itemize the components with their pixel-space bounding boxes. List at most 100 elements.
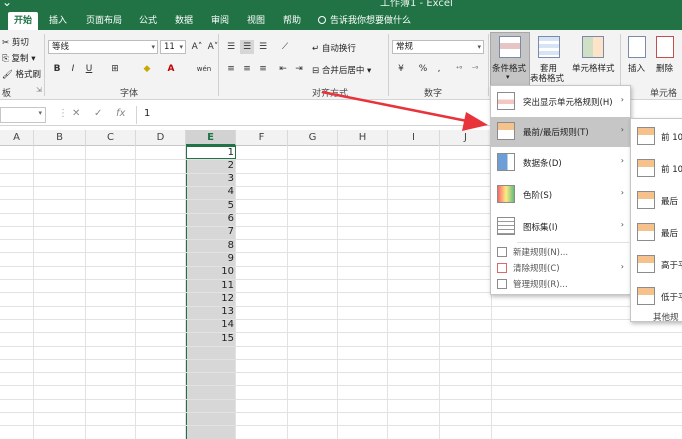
submenu-item-label: 其他规: [653, 313, 679, 323]
submenu-item-above-average[interactable]: 高于平: [631, 249, 682, 279]
submenu-item-more-rules[interactable]: 其他规: [631, 309, 682, 325]
column-header-f[interactable]: F: [236, 130, 288, 146]
column-header-h[interactable]: H: [338, 130, 388, 146]
cell-value[interactable]: 4: [186, 186, 234, 197]
tab-formulas[interactable]: 公式: [134, 12, 162, 30]
comma-button[interactable]: ,: [432, 62, 446, 76]
font-name-select[interactable]: 等线 ▾: [48, 40, 158, 54]
tab-home[interactable]: 开始: [8, 12, 38, 30]
column-header-g[interactable]: G: [288, 130, 338, 146]
cell-value[interactable]: 3: [186, 173, 234, 184]
menu-item-highlight-rules[interactable]: 突出显示单元格规则(H) ›: [491, 87, 630, 117]
submenu-item-bottom-10[interactable]: 最后: [631, 185, 682, 215]
menu-item-label: 图标集(I): [523, 223, 558, 233]
cell-value[interactable]: 13: [186, 306, 234, 317]
cell-value[interactable]: 10: [186, 266, 234, 277]
percent-button[interactable]: %: [416, 62, 430, 76]
decrease-decimal-icon[interactable]: ⁻⁰: [468, 62, 482, 76]
cell-value[interactable]: 1: [186, 147, 234, 158]
border-icon[interactable]: ⊞: [108, 62, 122, 76]
insert-cells-label[interactable]: 插入: [628, 62, 645, 74]
menu-item-top-bottom-rules[interactable]: 最前/最后规则(T) ›: [491, 117, 630, 147]
menu-item-color-scales[interactable]: 色阶(S) ›: [491, 180, 630, 210]
italic-button[interactable]: I: [66, 62, 80, 76]
menu-item-icon-sets[interactable]: 图标集(I) ›: [491, 212, 630, 242]
column-header-a[interactable]: A: [0, 130, 34, 146]
insert-function-icon[interactable]: fx: [116, 108, 125, 119]
enter-icon[interactable]: ✓: [94, 108, 102, 119]
format-as-table-icon[interactable]: [538, 36, 560, 58]
align-right-icon[interactable]: ≡: [256, 62, 270, 76]
align-middle-icon[interactable]: ☰: [240, 40, 254, 54]
tab-review[interactable]: 审阅: [206, 12, 234, 30]
icon-sets-icon: [497, 217, 515, 235]
cell-value[interactable]: 15: [186, 333, 234, 344]
menu-item-data-bars[interactable]: 数据条(D) ›: [491, 148, 630, 178]
tab-help[interactable]: 帮助: [278, 12, 306, 30]
insert-cells-icon[interactable]: [628, 36, 646, 58]
grow-font-button[interactable]: A˄: [190, 40, 204, 54]
submenu-item-bottom-10-percent[interactable]: 最后: [631, 217, 682, 247]
column-header-i[interactable]: I: [388, 130, 440, 146]
submenu-item-top-10[interactable]: 前 10: [631, 121, 682, 151]
format-as-table-label-2[interactable]: 表格格式: [530, 72, 564, 84]
column-header-c[interactable]: C: [86, 130, 136, 146]
font-size-select[interactable]: 11 ▾: [160, 40, 186, 54]
formula-input[interactable]: 1: [144, 108, 150, 119]
number-format-select[interactable]: 常规 ▾: [392, 40, 484, 54]
menu-item-manage-rules[interactable]: 管理规则(R)...: [491, 276, 630, 292]
cell-value[interactable]: 11: [186, 280, 234, 291]
fill-color-icon[interactable]: ◆: [140, 62, 154, 76]
copy-button[interactable]: ⎘ 复制 ▾: [2, 52, 36, 64]
increase-indent-icon[interactable]: ⇥: [292, 62, 306, 76]
tab-insert[interactable]: 插入: [44, 12, 72, 30]
cut-button[interactable]: ✂ 剪切: [2, 36, 29, 48]
align-top-icon[interactable]: ☰: [224, 40, 238, 54]
tab-page-layout[interactable]: 页面布局: [82, 12, 126, 30]
cell-value[interactable]: 8: [186, 240, 234, 251]
highlight-rules-icon: [497, 92, 515, 110]
merge-center-button[interactable]: ⊟ 合并后居中 ▾: [312, 64, 371, 76]
conditional-formatting-icon: [499, 36, 521, 58]
cell-value[interactable]: 14: [186, 319, 234, 330]
underline-button[interactable]: U: [82, 62, 96, 76]
submenu-item-top-10-percent[interactable]: 前 10: [631, 153, 682, 183]
align-bottom-icon[interactable]: ☰: [256, 40, 270, 54]
cell-styles-label[interactable]: 单元格样式: [572, 62, 615, 74]
cell-value[interactable]: 5: [186, 200, 234, 211]
wrap-text-button[interactable]: ↵ 自动换行: [312, 42, 356, 54]
column-header-b[interactable]: B: [34, 130, 86, 146]
align-left-icon[interactable]: ≡: [224, 62, 238, 76]
menu-item-clear-rules[interactable]: 清除规则(C) ›: [491, 260, 630, 276]
cell-styles-icon[interactable]: [582, 36, 604, 58]
menu-item-new-rule[interactable]: 新建规则(N)...: [491, 244, 630, 260]
submenu-item-below-average[interactable]: 低于平: [631, 281, 682, 311]
tell-me-search[interactable]: 告诉我你想要做什么: [318, 12, 411, 30]
tab-data[interactable]: 数据: [170, 12, 198, 30]
cell-value[interactable]: 9: [186, 253, 234, 264]
cell-value[interactable]: 2: [186, 160, 234, 171]
decrease-indent-icon[interactable]: ⇤: [276, 62, 290, 76]
column-header-j[interactable]: J: [440, 130, 492, 146]
delete-cells-label[interactable]: 删除: [656, 62, 673, 74]
copy-label: 复制: [11, 54, 29, 64]
clipboard-launcher-icon[interactable]: ⇲: [36, 86, 42, 94]
format-painter-button[interactable]: 🖌 格式刷: [2, 68, 41, 80]
column-header-d[interactable]: D: [136, 130, 186, 146]
delete-cells-icon[interactable]: [656, 36, 674, 58]
quick-access-icon[interactable]: ⌄: [2, 0, 12, 9]
increase-decimal-icon[interactable]: ⁺⁰: [452, 62, 466, 76]
cell-value[interactable]: 12: [186, 293, 234, 304]
tab-view[interactable]: 视图: [242, 12, 270, 30]
align-center-icon[interactable]: ≡: [240, 62, 254, 76]
orientation-icon[interactable]: ⟋: [278, 40, 292, 54]
phonetic-button[interactable]: wén: [194, 62, 214, 76]
cell-value[interactable]: 7: [186, 226, 234, 237]
font-color-icon[interactable]: A: [164, 62, 178, 76]
cancel-icon[interactable]: ✕: [72, 108, 80, 119]
name-box[interactable]: ▾: [0, 107, 46, 123]
currency-icon[interactable]: ¥: [394, 62, 408, 76]
bold-button[interactable]: B: [50, 62, 64, 76]
cell-value[interactable]: 6: [186, 213, 234, 224]
column-header-e[interactable]: E: [186, 130, 236, 146]
